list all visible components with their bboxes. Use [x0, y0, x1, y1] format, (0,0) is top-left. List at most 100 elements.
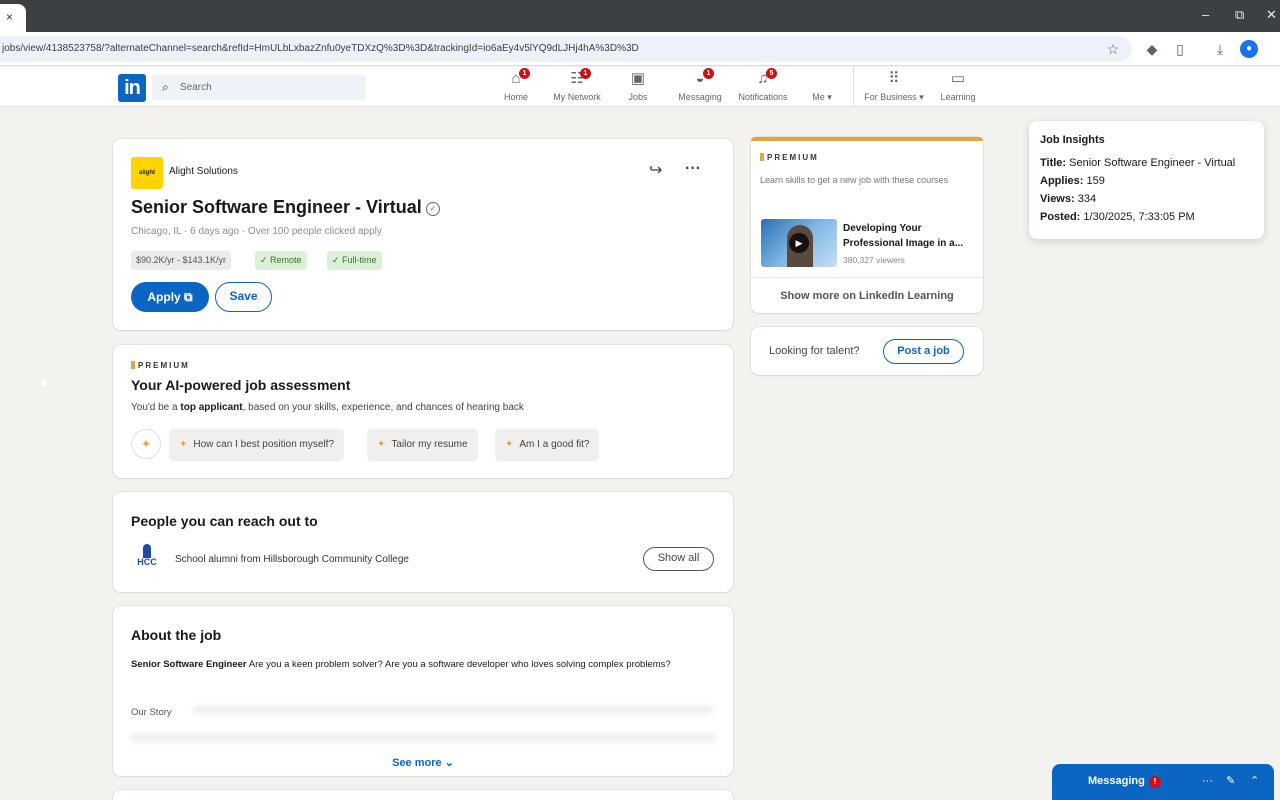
talent-card: Looking for talent? Post a job: [751, 327, 983, 375]
sparkle-icon: ✦: [140, 437, 152, 451]
minimize-icon[interactable]: –: [1202, 7, 1209, 23]
nav-notifications[interactable]: ♫ 5 Notifications: [735, 68, 791, 106]
assessment-sub-prefix: You'd be a: [131, 402, 181, 413]
course-thumbnail[interactable]: ▶: [761, 219, 837, 267]
nav-learning[interactable]: ▭ Learning: [938, 70, 978, 106]
ai-sparkle-button[interactable]: ✦: [131, 429, 161, 459]
assessment-sub-bold: top applicant: [180, 402, 243, 413]
extension-icon[interactable]: ◆: [1143, 40, 1161, 58]
url-text[interactable]: jobs/view/4138523758/?alternateChannel=s…: [2, 42, 1092, 56]
company-logo[interactable]: alight: [131, 157, 163, 189]
faded-text-line: [131, 734, 716, 746]
messaging-icon: ◒ 1: [690, 68, 714, 88]
close-tab-icon[interactable]: ×: [6, 10, 13, 24]
show-all-button[interactable]: Show all: [643, 547, 714, 571]
nav-for-business[interactable]: ⠿ For Business ▾: [862, 70, 926, 106]
save-button[interactable]: Save: [215, 282, 272, 312]
salary-pill: $90.2K/yr - $143.1K/yr: [131, 251, 232, 270]
more-options-icon[interactable]: ···: [1202, 774, 1213, 788]
assessment-subtitle: You'd be a top applicant, based on your …: [131, 402, 524, 413]
insights-applies-value: 159: [1086, 175, 1105, 187]
post-job-button[interactable]: Post a job: [883, 339, 964, 364]
course-title[interactable]: Developing Your Professional Image in a.…: [843, 221, 973, 251]
nav-my-network[interactable]: ☷ 1 My Network: [550, 68, 604, 106]
extensions-puzzle-icon[interactable]: ▯: [1171, 40, 1189, 58]
nav-jobs[interactable]: ▣ Jobs: [623, 70, 653, 106]
nav-me-label: Me ▾: [812, 92, 832, 102]
search-box[interactable]: ⌕: [152, 75, 366, 100]
address-bar: jobs/view/4138523758/?alternateChannel=s…: [0, 32, 1280, 66]
insights-title-label: Title:: [1040, 157, 1067, 169]
premium-mark-icon: [131, 361, 135, 369]
search-input[interactable]: [180, 78, 360, 97]
grid-icon: ⠿: [888, 70, 900, 87]
insights-posted-value: 1/30/2025, 7:33:05 PM: [1083, 211, 1195, 223]
faded-text-line: [193, 706, 713, 718]
learning-subtitle: Learn skills to get a new job with these…: [760, 175, 949, 185]
bell-icon: ♫ 5: [753, 68, 777, 88]
share-icon[interactable]: ↪: [649, 163, 662, 179]
alumni-text[interactable]: School alumni from Hillsborough Communit…: [175, 554, 409, 565]
ai-chip-resume[interactable]: ✦ Tailor my resume: [367, 429, 478, 461]
linkedin-logo[interactable]: in: [118, 74, 146, 102]
job-meta: Chicago, IL · 6 days ago · Over 100 peop…: [131, 226, 382, 237]
about-intro: Senior Software Engineer Are you a keen …: [131, 657, 716, 673]
nav-divider: [853, 67, 854, 107]
nav-me[interactable]: Me ▾: [806, 70, 838, 106]
browser-tab-bar: × – ⧉ ✕: [0, 0, 1280, 32]
network-badge: 1: [580, 68, 591, 79]
nav-messaging[interactable]: ◒ 1 Messaging: [676, 68, 724, 106]
premium-tag: PREMIUM: [760, 153, 819, 162]
bookmark-star-icon[interactable]: ☆: [1104, 40, 1122, 58]
messaging-label[interactable]: Messaging: [1088, 775, 1145, 787]
job-title: Senior Software Engineer - Virtual ✓: [131, 197, 440, 218]
nav-learning-label: Learning: [940, 92, 976, 102]
insights-applies-row: Applies: 159: [1040, 172, 1253, 190]
about-job-card: About the job Senior Software Engineer A…: [113, 606, 733, 776]
compose-icon[interactable]: ✎: [1226, 774, 1235, 788]
browser-tab[interactable]: ×: [0, 4, 26, 32]
talent-text: Looking for talent?: [769, 345, 860, 357]
see-more-link[interactable]: See more ⌄: [113, 756, 733, 769]
briefcase-icon: ▣: [630, 70, 646, 87]
messaging-bar[interactable]: Messaging ! ··· ✎ ⌃: [1052, 764, 1274, 800]
company-name[interactable]: Alight Solutions: [169, 166, 238, 177]
insights-views-value: 334: [1077, 193, 1097, 205]
play-icon[interactable]: ▶: [789, 233, 809, 253]
url-field[interactable]: jobs/view/4138523758/?alternateChannel=s…: [0, 36, 1132, 62]
nav-my-network-label: My Network: [553, 92, 601, 102]
people-title: People you can reach out to: [131, 513, 318, 529]
download-icon[interactable]: ⤓: [1211, 40, 1229, 58]
verified-icon: ✓: [425, 202, 440, 216]
insights-posted-row: Posted: 1/30/2025, 7:33:05 PM: [1040, 208, 1253, 226]
notifications-badge: 5: [766, 68, 777, 79]
close-window-icon[interactable]: ✕: [1266, 7, 1277, 23]
restore-icon[interactable]: ⧉: [1235, 7, 1244, 23]
ai-chip-position[interactable]: ✦ How can I best position myself?: [169, 429, 345, 461]
ai-chip-fit[interactable]: ✦ Am I a good fit?: [495, 429, 600, 461]
ai-chip-position-label: How can I best position myself?: [193, 439, 335, 450]
premium-tag: PREMIUM: [131, 361, 190, 370]
nav-home[interactable]: ⌂ 1 Home: [500, 68, 532, 106]
about-intro-bold: Senior Software Engineer: [131, 659, 247, 670]
messaging-badge: 1: [703, 68, 714, 79]
premium-label: PREMIUM: [138, 361, 190, 370]
job-top-card: alight Alight Solutions ↪ ··· Senior Sof…: [113, 139, 733, 330]
ai-chip-fit-label: Am I a good fit?: [519, 439, 590, 450]
nav-home-label: Home: [503, 92, 528, 102]
premium-mark-icon: [760, 153, 764, 161]
assessment-sub-suffix: , based on your skills, experience, and …: [242, 402, 524, 413]
insights-title-value: Senior Software Engineer - Virtual: [1069, 157, 1236, 169]
show-more-learning-link[interactable]: Show more on LinkedIn Learning: [751, 277, 983, 313]
insights-applies-label: Applies:: [1040, 175, 1084, 187]
nav-notifications-label: Notifications: [738, 92, 788, 102]
fulltime-pill: ✓ Full-time: [327, 251, 382, 270]
school-logo[interactable]: HCC: [131, 542, 163, 574]
apply-button[interactable]: Apply ⧉: [131, 282, 209, 312]
profile-avatar-icon[interactable]: ●: [1240, 40, 1258, 58]
chevron-up-icon[interactable]: ⌃: [1250, 774, 1259, 788]
more-options-icon[interactable]: ···: [685, 161, 701, 177]
home-badge: 1: [519, 68, 530, 79]
assessment-title: Your AI-powered job assessment: [131, 377, 351, 393]
nav-for-business-label: For Business ▾: [864, 92, 924, 102]
